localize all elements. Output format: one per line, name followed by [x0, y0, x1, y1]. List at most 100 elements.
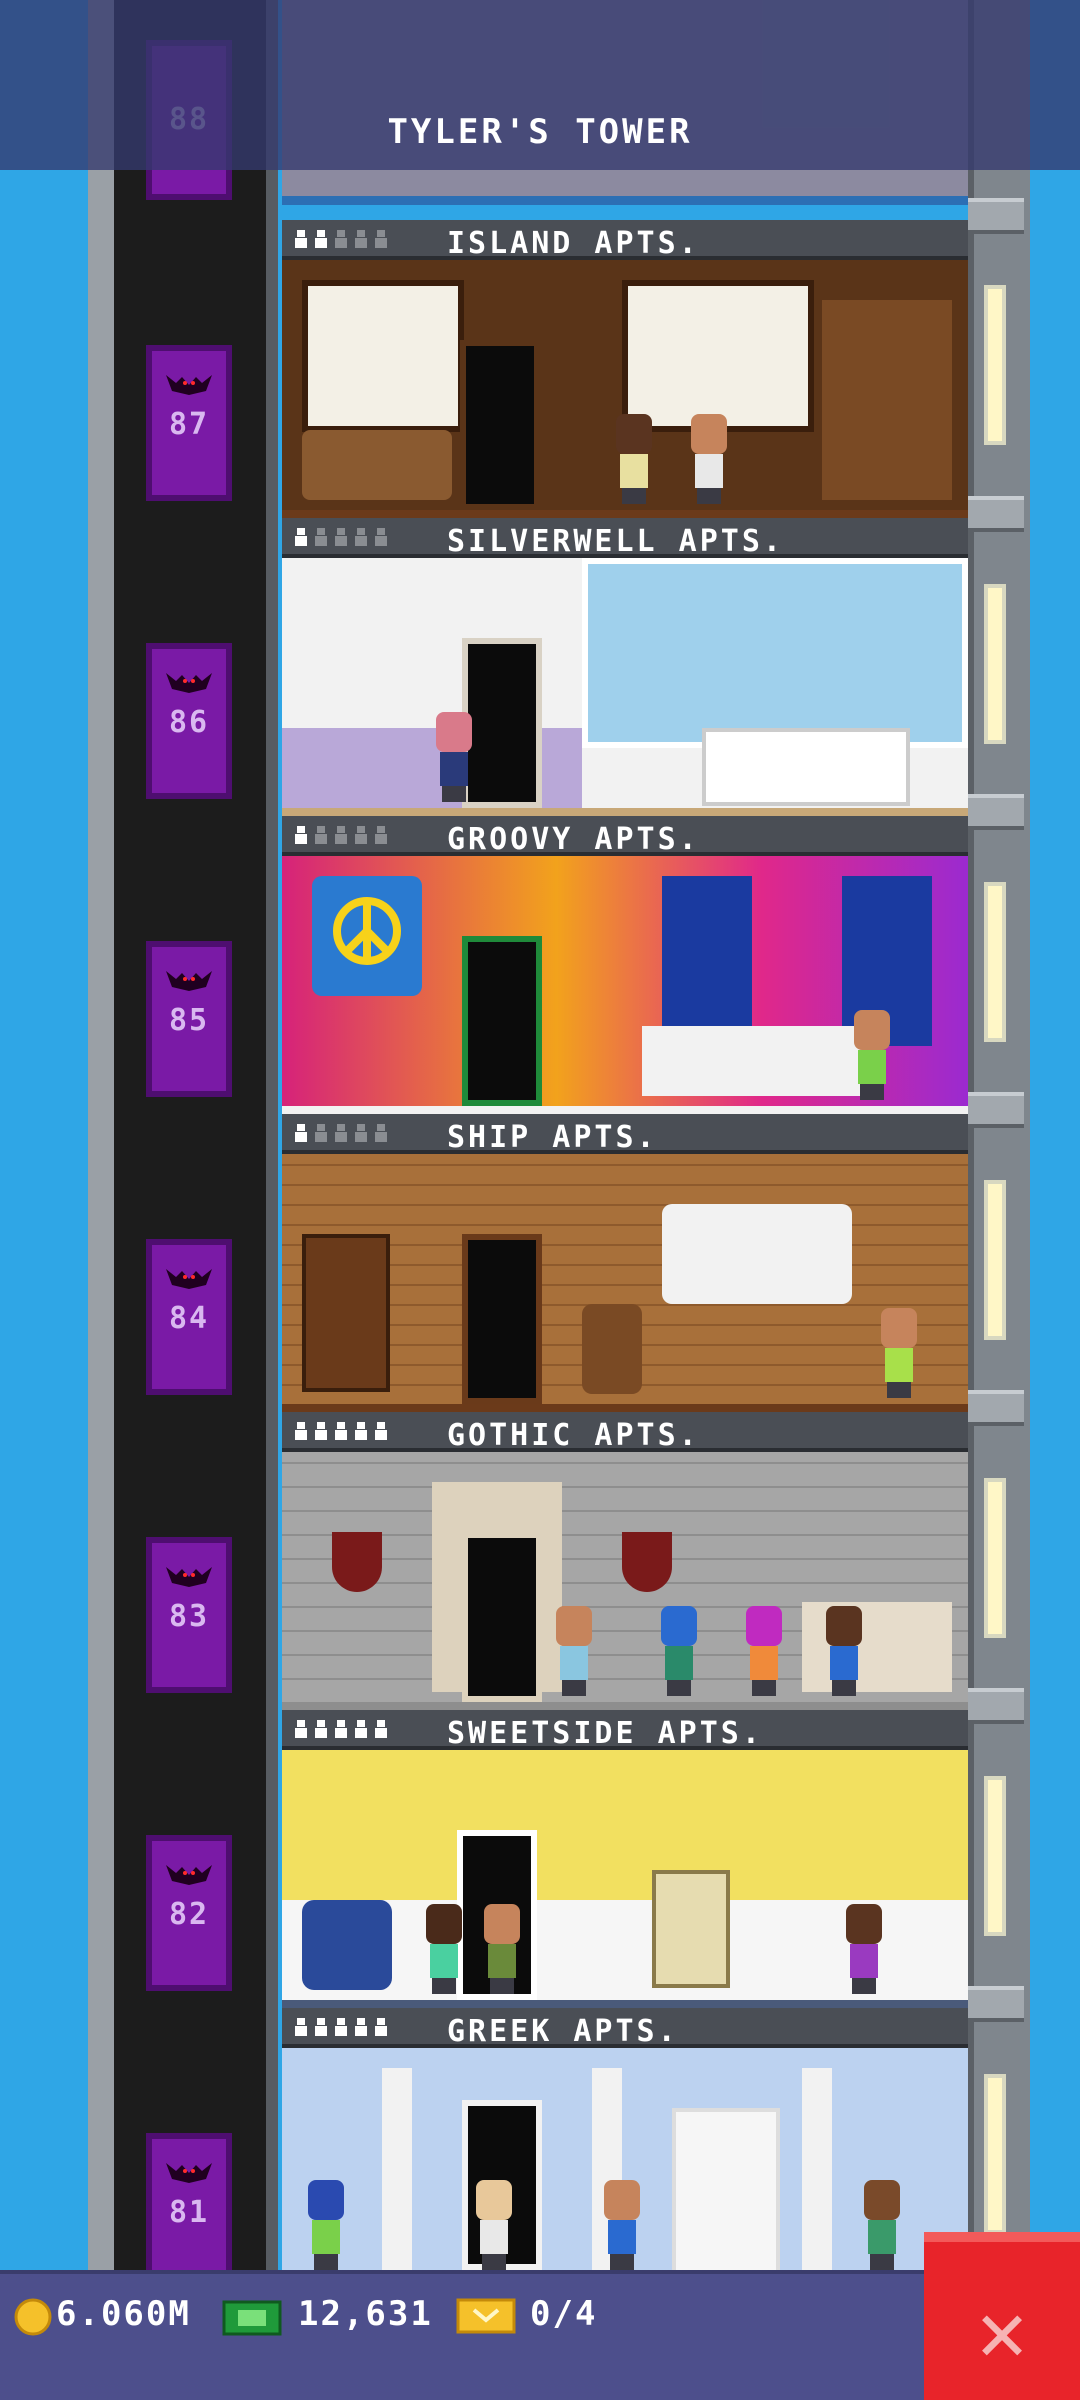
wall-bracket [968, 1688, 1024, 1724]
wall-light [984, 584, 1006, 744]
apartment-door[interactable] [462, 1532, 542, 1702]
resident-icon [355, 2018, 367, 2036]
apartment-door[interactable] [462, 936, 542, 1106]
ticket-icon [456, 2298, 516, 2334]
floor-header: SILVERWELL APTS. [282, 518, 968, 559]
resident[interactable] [822, 1606, 866, 1696]
floor-sweetside-apts[interactable]: SWEETSIDE APTS. [282, 1710, 968, 2008]
resident[interactable] [422, 1904, 466, 1994]
floor-silverwell-apts[interactable]: SILVERWELL APTS. [282, 518, 968, 816]
resident-icon [315, 230, 327, 248]
resident-count [294, 230, 388, 248]
resident[interactable] [480, 1904, 524, 1994]
resident-icon [295, 1124, 307, 1142]
floor-label: SWEETSIDE APTS. [447, 1716, 763, 1751]
elevator-car-81[interactable]: 81 [146, 2133, 232, 2289]
floor-room[interactable] [282, 1750, 968, 2000]
floor-room[interactable] [282, 2048, 968, 2270]
floor-label: GREEK APTS. [447, 2014, 679, 2049]
wall-bracket [968, 794, 1024, 830]
resident[interactable] [850, 1010, 894, 1100]
wall-light [984, 1180, 1006, 1340]
resident[interactable] [657, 1606, 701, 1696]
floor-room[interactable] [282, 260, 968, 510]
resident-icon [375, 1124, 387, 1142]
bux-count: 12,631 [298, 2294, 433, 2334]
elevator-car-86[interactable]: 86 [146, 643, 232, 799]
resident-icon [315, 1720, 327, 1738]
wall-light [984, 1776, 1006, 1936]
floor-number: 83 [168, 1599, 210, 1634]
wall-light [984, 285, 1006, 445]
floor-ship-apts[interactable]: SHIP APTS. [282, 1114, 968, 1412]
floor-label: ISLAND APTS. [447, 226, 700, 261]
floor-header: SWEETSIDE APTS. [282, 1710, 968, 1751]
resident-count [294, 826, 388, 844]
floor-label: SHIP APTS. [447, 1120, 658, 1155]
resident-icon [335, 2018, 347, 2036]
bat-icon [166, 1567, 212, 1587]
floor-label: GROOVY APTS. [447, 822, 700, 857]
floor-room[interactable] [282, 558, 968, 808]
elevator-car-82[interactable]: 82 [146, 1835, 232, 1991]
apartment-door[interactable] [460, 340, 540, 510]
wall-bracket [968, 496, 1024, 532]
floor-room[interactable] [282, 856, 968, 1106]
apartment-door[interactable] [462, 1234, 542, 1404]
floor-label: GOTHIC APTS. [447, 1418, 700, 1453]
floor-room[interactable] [282, 1154, 968, 1404]
elevator-car-85[interactable]: 85 [146, 941, 232, 1097]
resident[interactable] [600, 2180, 644, 2270]
resident[interactable] [860, 2180, 904, 2270]
floor-island-apts[interactable]: ISLAND APTS. [282, 220, 968, 518]
resident-icon [295, 2018, 307, 2036]
resident-icon [375, 826, 387, 844]
resident[interactable] [472, 2180, 516, 2270]
bat-icon [166, 1269, 212, 1289]
resident-icon [375, 230, 387, 248]
floor-room[interactable] [282, 1452, 968, 1702]
resident-count [294, 1124, 388, 1142]
resident-icon [295, 1422, 307, 1440]
resident[interactable] [552, 1606, 596, 1696]
resident[interactable] [687, 414, 731, 504]
resident[interactable] [432, 712, 476, 802]
floor-header: GROOVY APTS. [282, 816, 968, 857]
resident-icon [335, 1124, 347, 1142]
floor-number: 81 [168, 2195, 210, 2230]
close-button[interactable]: ✕ [924, 2232, 1080, 2400]
resident-icon [375, 1422, 387, 1440]
elevator-car-83[interactable]: 83 [146, 1537, 232, 1693]
resident-icon [315, 826, 327, 844]
resident-icon [355, 230, 367, 248]
floor-number: 85 [168, 1003, 210, 1038]
resident-icon [295, 528, 307, 546]
resident[interactable] [877, 1308, 921, 1398]
resident[interactable] [842, 1904, 886, 1994]
resident[interactable] [304, 2180, 348, 2270]
resident-icon [375, 2018, 387, 2036]
resident-icon [335, 826, 347, 844]
elevator-car-84[interactable]: 84 [146, 1239, 232, 1395]
floor-number: 86 [168, 705, 210, 740]
resident-icon [295, 826, 307, 844]
floor-number: 84 [168, 1301, 210, 1336]
resident[interactable] [612, 414, 656, 504]
floor-greek-apts[interactable]: GREEK APTS. [282, 2008, 968, 2270]
resident-icon [315, 2018, 327, 2036]
floor-gothic-apts[interactable]: GOTHIC APTS. [282, 1412, 968, 1710]
bat-icon [166, 971, 212, 991]
floor-header: ISLAND APTS. [282, 220, 968, 261]
floor-groovy-apts[interactable]: GROOVY APTS. [282, 816, 968, 1114]
resident[interactable] [742, 1606, 786, 1696]
floor-header: GREEK APTS. [282, 2008, 968, 2049]
resident-icon [315, 1422, 327, 1440]
elevator-car-87[interactable]: 87 [146, 345, 232, 501]
resident-icon [355, 528, 367, 546]
wall-bracket [968, 198, 1024, 234]
resident-icon [295, 230, 307, 248]
floor-header: GOTHIC APTS. [282, 1412, 968, 1453]
resident-icon [355, 1124, 367, 1142]
floor-number: 87 [168, 407, 210, 442]
wall-bracket [968, 1986, 1024, 2022]
